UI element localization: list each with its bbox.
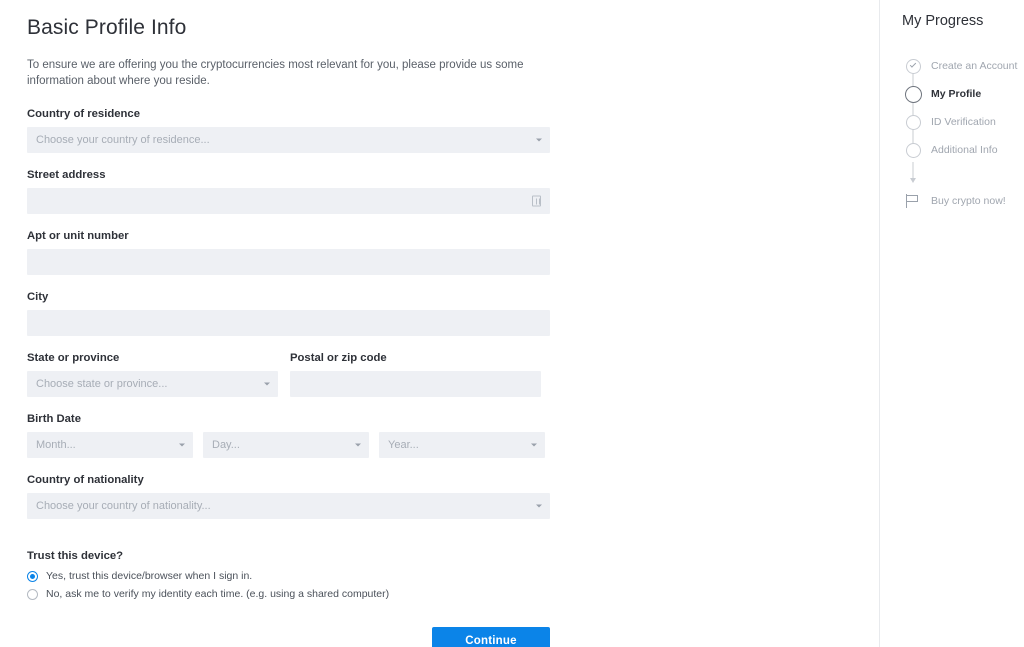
progress-goal-label: Buy crypto now!	[931, 195, 1006, 207]
label-country-of-residence: Country of residence	[27, 108, 140, 120]
chevron-down-icon	[179, 443, 185, 447]
progress-node-id-verification	[902, 108, 924, 150]
intro-text: To ensure we are offering you the crypto…	[27, 59, 524, 87]
field-group-state-postal: State or province Postal or zip code Cho…	[27, 351, 879, 397]
select-birth-month[interactable]: Month...	[27, 432, 193, 458]
current-step-circle-icon	[904, 85, 922, 103]
select-country-of-residence-placeholder: Choose your country of residence...	[36, 134, 210, 146]
address-lookup-icon[interactable]	[532, 195, 541, 207]
radio-option-trust-no[interactable]: No, ask me to verify my identity each ti…	[27, 587, 879, 601]
field-street-address: Street address	[27, 168, 879, 214]
field-trust-this-device: Trust this device? Yes, trust this devic…	[27, 549, 879, 601]
birth-date-controls-row: Month... Day... Year...	[27, 432, 879, 458]
progress-step-additional-info[interactable]: Additional Info	[902, 136, 1024, 164]
select-country-of-residence[interactable]: Choose your country of residence...	[27, 127, 550, 153]
label-street-address: Street address	[27, 169, 106, 181]
radio-button-trust-yes[interactable]	[27, 570, 38, 582]
field-city: City	[27, 290, 879, 336]
input-street-address[interactable]	[27, 188, 550, 214]
select-birth-year[interactable]: Year...	[379, 432, 545, 458]
progress-node-additional-info	[902, 136, 924, 164]
input-apt-unit-number[interactable]	[27, 249, 550, 275]
progress-label-my-profile: My Profile	[931, 88, 982, 100]
page-title: Basic Profile Info	[27, 16, 187, 39]
field-birth-date: Birth Date Month... Day... Year...	[27, 412, 879, 458]
progress-arrow	[902, 162, 924, 190]
label-postal-or-zip-code: Postal or zip code	[290, 352, 387, 364]
select-birth-day[interactable]: Day...	[203, 432, 369, 458]
progress-sidebar: My Progress Create an Account My Profile	[880, 0, 1024, 647]
radio-button-trust-no[interactable]	[27, 588, 38, 600]
progress-arrow-row	[902, 162, 1024, 190]
field-country-of-residence: Country of residence Choose your country…	[27, 107, 879, 153]
field-apt-unit-number: Apt or unit number	[27, 229, 879, 275]
basic-profile-form: Basic Profile Info To ensure we are offe…	[0, 0, 879, 647]
label-birth-date: Birth Date	[27, 413, 81, 425]
radio-option-trust-yes[interactable]: Yes, trust this device/browser when I si…	[27, 569, 879, 583]
input-city[interactable]	[27, 310, 550, 336]
form-actions: Continue	[27, 627, 550, 647]
profile-setup-page: Basic Profile Info To ensure we are offe…	[0, 0, 1024, 647]
pending-step-circle-icon	[905, 114, 921, 130]
progress-title: My Progress	[902, 13, 984, 29]
check-circle-icon	[905, 58, 921, 74]
progress-label-id-verification: ID Verification	[931, 116, 996, 128]
state-postal-controls-row: Choose state or province...	[27, 371, 879, 397]
progress-label-create-an-account: Create an Account	[931, 60, 1018, 72]
label-city: City	[27, 291, 49, 303]
select-country-of-nationality[interactable]: Choose your country of nationality...	[27, 493, 550, 519]
progress-label-additional-info: Additional Info	[931, 144, 998, 156]
field-country-of-nationality: Country of nationality Choose your count…	[27, 473, 879, 519]
chevron-down-icon	[264, 382, 270, 386]
chevron-down-icon	[536, 504, 542, 508]
flag-icon	[906, 194, 920, 208]
progress-step-my-profile[interactable]: My Profile	[902, 80, 1024, 122]
progress-step-id-verification[interactable]: ID Verification	[902, 108, 1024, 150]
select-state-or-province[interactable]: Choose state or province...	[27, 371, 278, 397]
select-country-of-nationality-placeholder: Choose your country of nationality...	[36, 500, 211, 512]
progress-node-create-an-account	[902, 52, 924, 94]
progress-steps: Create an Account My Profile ID Verifica…	[902, 52, 1024, 212]
progress-goal-buy-crypto[interactable]: Buy crypto now!	[902, 190, 1024, 212]
flag-banner	[907, 195, 918, 202]
progress-node-my-profile	[902, 80, 924, 122]
state-postal-labels-row: State or province Postal or zip code	[27, 351, 879, 371]
arrow-down-icon	[910, 178, 916, 183]
label-state-or-province: State or province	[27, 352, 120, 364]
select-birth-day-placeholder: Day...	[212, 439, 240, 451]
label-trust-this-device: Trust this device?	[27, 550, 124, 562]
chevron-down-icon	[536, 138, 542, 142]
input-postal-or-zip-code[interactable]	[290, 371, 541, 397]
continue-button[interactable]: Continue	[432, 627, 550, 647]
progress-goal-icon-col	[902, 194, 924, 208]
select-birth-year-placeholder: Year...	[388, 439, 419, 451]
radio-label-trust-yes: Yes, trust this device/browser when I si…	[46, 570, 253, 582]
select-state-or-province-placeholder: Choose state or province...	[36, 378, 168, 390]
chevron-down-icon	[531, 443, 537, 447]
label-country-of-nationality: Country of nationality	[27, 474, 144, 486]
label-apt-unit-number: Apt or unit number	[27, 230, 129, 242]
chevron-down-icon	[355, 443, 361, 447]
progress-step-create-an-account[interactable]: Create an Account	[902, 52, 1024, 94]
pending-step-circle-icon	[905, 142, 921, 158]
check-icon	[909, 61, 916, 68]
radio-label-trust-no: No, ask me to verify my identity each ti…	[46, 588, 390, 600]
select-birth-month-placeholder: Month...	[36, 439, 76, 451]
